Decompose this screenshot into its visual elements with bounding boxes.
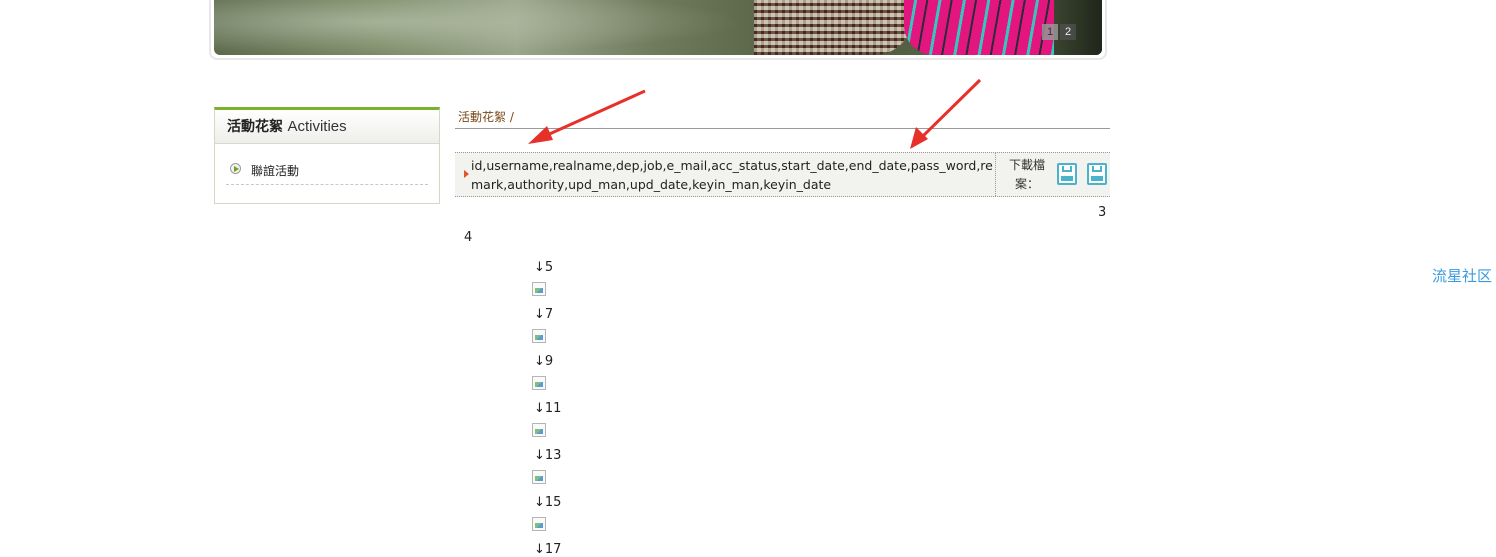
- file-name[interactable]: id,username,realname,dep,job,e_mail,acc_…: [471, 156, 993, 194]
- banner-photo: [214, 0, 1102, 55]
- photo-background: [214, 0, 744, 55]
- broken-image-icon: [532, 470, 546, 484]
- sidebar-item-label: 聯誼活動: [251, 164, 300, 178]
- watermark: 流星社区: [1432, 267, 1493, 285]
- photo-plaid-jacket: [754, 0, 914, 55]
- row-arrow-icon: [464, 170, 469, 178]
- pager-button-2[interactable]: 2: [1060, 24, 1076, 40]
- floppy-disk-icon[interactable]: [1057, 163, 1077, 185]
- list-item: ↓13: [534, 448, 562, 463]
- list-item: ↓5: [534, 260, 554, 275]
- download-label: 下載檔案：: [1008, 158, 1045, 191]
- broken-image-icon: [532, 423, 546, 437]
- play-bullet-icon: [230, 163, 241, 174]
- sidebar-title-en: Activities: [287, 118, 347, 135]
- breadcrumb[interactable]: 活動花絮 /: [455, 108, 1110, 129]
- page-number: 4: [464, 230, 473, 245]
- broken-image-icon: [532, 282, 546, 296]
- broken-image-icon: [532, 329, 546, 343]
- broken-image-icon: [532, 517, 546, 531]
- sidebar-title-zh: 活動花絮: [227, 119, 283, 135]
- sidebar: 活動花絮 Activities 聯誼活動: [214, 107, 440, 204]
- annotation-arrows: [528, 78, 982, 149]
- floppy-disk-icon[interactable]: [1087, 163, 1107, 185]
- list-item: ↓15: [534, 495, 562, 510]
- list-item: ↓11: [534, 401, 562, 416]
- broken-image-icon: [532, 376, 546, 390]
- sidebar-title: 活動花絮 Activities: [215, 110, 439, 144]
- list-item: ↓9: [534, 354, 554, 369]
- file-row: id,username,realname,dep,job,e_mail,acc_…: [455, 152, 1110, 197]
- page-number: 3: [1098, 205, 1107, 220]
- sidebar-item-friendship[interactable]: 聯誼活動: [226, 162, 428, 185]
- banner-pager: 1 2: [1042, 24, 1076, 40]
- photo-pink-jacket: [904, 0, 1054, 55]
- download-cell: 下載檔案：: [995, 153, 1111, 196]
- list-item: ↓7: [534, 307, 554, 322]
- pager-button-1[interactable]: 1: [1042, 24, 1058, 40]
